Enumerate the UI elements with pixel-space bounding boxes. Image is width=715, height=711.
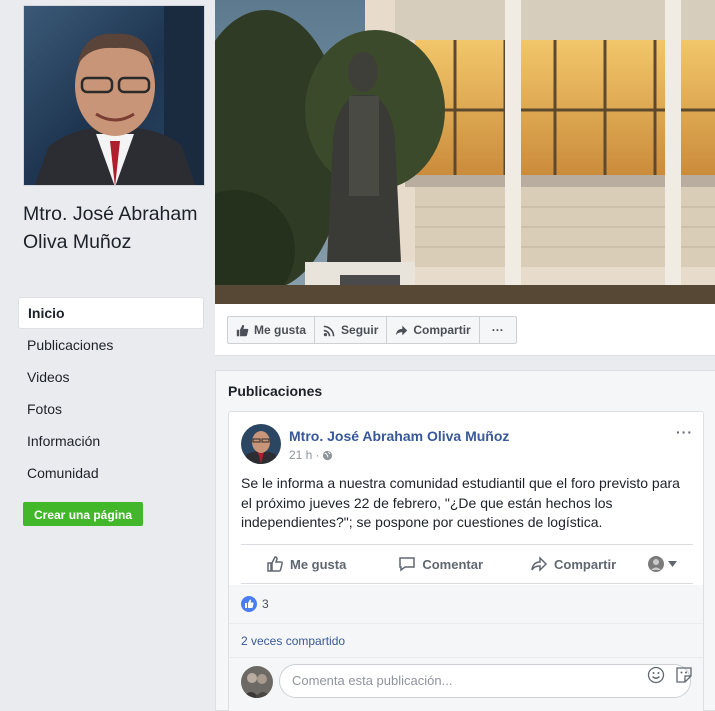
post-meta: 21 h · xyxy=(289,448,333,462)
thumbs-up-icon xyxy=(236,324,249,337)
reaction-count: 3 xyxy=(262,597,269,611)
page-title: Mtro. José Abraham Oliva Muñoz xyxy=(23,203,198,253)
page-nav: Inicio Publicaciones Videos Fotos Inform… xyxy=(18,297,204,489)
selector-avatar xyxy=(648,556,665,572)
post-options-button[interactable]: ··· xyxy=(676,424,693,440)
share-page-label: Compartir xyxy=(413,323,471,337)
create-page-button[interactable]: Crear una página xyxy=(23,502,144,526)
posts-section: Publicaciones Mtro. José Abraham Oliva M… xyxy=(215,370,715,711)
thumbs-up-outline-icon xyxy=(266,555,284,573)
cover-photo[interactable] xyxy=(215,0,715,304)
nav-item-fotos[interactable]: Fotos xyxy=(18,393,204,425)
post-timestamp[interactable]: 21 h xyxy=(289,448,312,462)
more-dots-icon: ··· xyxy=(491,323,504,337)
left-column: Mtro. José Abraham Oliva Muñoz Inicio Pu… xyxy=(0,0,215,711)
nav-item-publicaciones[interactable]: Publicaciones xyxy=(18,329,204,361)
nav-item-comunidad[interactable]: Comunidad xyxy=(18,457,204,489)
profile-picture[interactable] xyxy=(23,5,205,186)
post-share-label: Compartir xyxy=(554,556,617,572)
post-like-label: Me gusta xyxy=(290,556,347,572)
comment-input-icons xyxy=(647,666,693,684)
post-like-button[interactable]: Me gusta xyxy=(266,555,346,573)
follow-button[interactable]: Seguir xyxy=(314,316,388,344)
post-comment-button[interactable]: Comentar xyxy=(398,555,483,573)
post-body-text: Se le informa a nuestra comunidad estudi… xyxy=(241,475,680,530)
emoji-icon[interactable] xyxy=(647,666,665,684)
share-page-button[interactable]: Compartir xyxy=(386,316,480,344)
post-author-avatar[interactable] xyxy=(241,424,281,464)
post-share-button[interactable]: Compartir xyxy=(530,555,616,573)
comment-composer: Comenta esta publicación... xyxy=(229,657,703,711)
like-reaction-icon xyxy=(241,596,257,612)
page-action-buttons: Me gusta Seguir Compartir ··· xyxy=(227,316,517,344)
like-page-label: Me gusta xyxy=(254,323,307,337)
nav-item-inicio[interactable]: Inicio xyxy=(18,297,204,329)
sticker-icon[interactable] xyxy=(675,666,693,684)
posts-section-title: Publicaciones xyxy=(228,383,323,399)
share-arrow-outline-icon xyxy=(530,555,548,573)
commenter-avatar xyxy=(241,666,273,698)
like-page-button[interactable]: Me gusta xyxy=(227,316,316,344)
post-author-name[interactable]: Mtro. José Abraham Oliva Muñoz xyxy=(289,428,509,444)
post-card: Mtro. José Abraham Oliva Muñoz 21 h · ··… xyxy=(228,411,704,711)
comment-bubble-icon xyxy=(398,555,416,573)
share-arrow-icon xyxy=(395,324,408,337)
globe-icon xyxy=(322,450,333,461)
nav-item-informacion[interactable]: Información xyxy=(18,425,204,457)
more-options-button[interactable]: ··· xyxy=(478,316,517,344)
post-comment-label: Comentar xyxy=(422,556,484,572)
page-action-bar: Me gusta Seguir Compartir ··· xyxy=(215,304,715,356)
chevron-down-icon xyxy=(668,561,678,567)
post-action-bar: Me gusta Comentar Compartir xyxy=(241,544,693,584)
nav-item-videos[interactable]: Videos xyxy=(18,361,204,393)
reactions-row[interactable]: 3 xyxy=(229,585,703,623)
shares-count-link[interactable]: 2 veces compartido xyxy=(229,623,703,657)
rss-icon xyxy=(323,324,336,337)
post-as-selector[interactable] xyxy=(648,556,678,572)
comment-input[interactable]: Comenta esta publicación... xyxy=(279,664,691,698)
follow-label: Seguir xyxy=(341,323,379,337)
meta-separator: · xyxy=(315,448,320,462)
